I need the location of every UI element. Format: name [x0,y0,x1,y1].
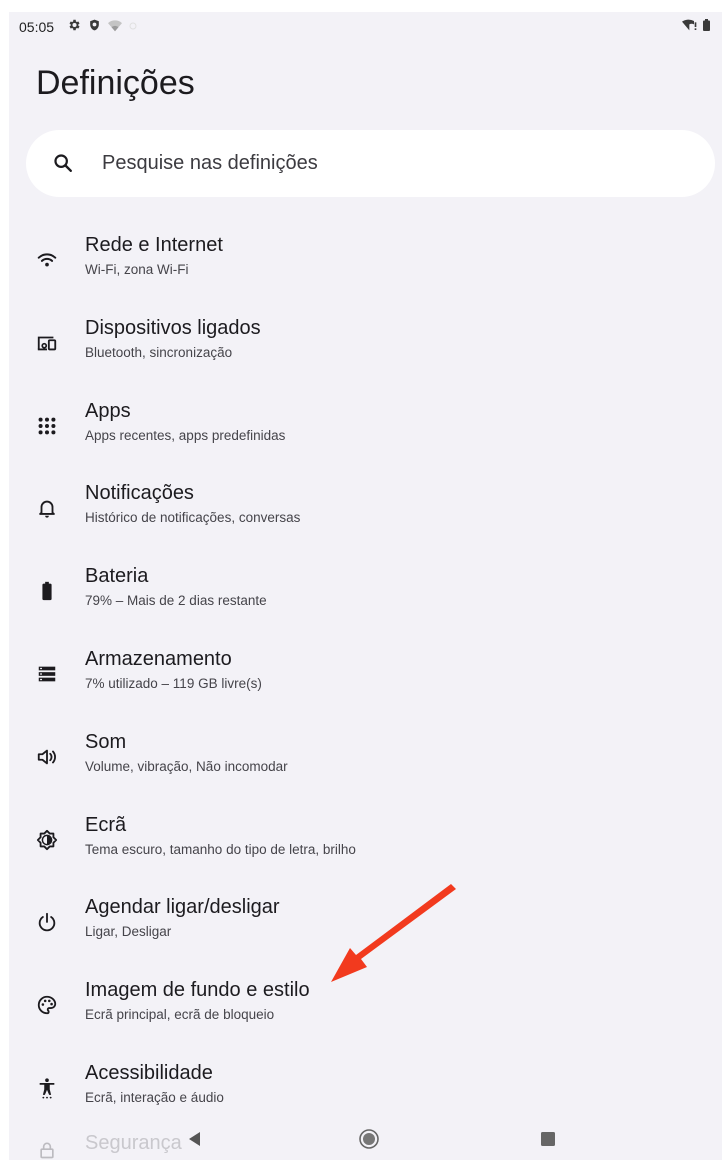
settings-item-title: Armazenamento [85,647,232,670]
settings-item-notifications[interactable]: Notificações Histórico de notificações, … [9,460,722,543]
gear-icon [67,18,81,37]
battery-status-icon [703,18,710,36]
settings-item-title: Notificações [85,482,194,505]
wifi-icon [36,249,58,271]
volume-icon [36,746,58,768]
devices-icon [36,332,58,354]
wifi-weak-icon [108,19,122,37]
settings-item-title: Imagem de fundo e estilo [85,979,310,1002]
settings-item-subtitle: Ecrã principal, ecrã de bloqueio [85,1007,275,1023]
battery-icon [36,580,58,602]
storage-icon [36,663,58,685]
settings-item-title: Bateria [85,565,149,588]
settings-screen: 05:05 Definições Pesquise nas definições… [9,12,722,1160]
accessibility-icon [36,1077,58,1099]
home-icon[interactable] [358,1128,380,1150]
status-bar: 05:05 [9,12,722,38]
settings-item-title: Rede e Internet [85,234,223,256]
settings-item-subtitle: Ligar, Desligar [85,924,172,940]
search-icon [52,152,74,174]
settings-list: Rede e Internet Wi-Fi, zona Wi-Fi Dispos… [9,212,722,1123]
settings-item-display[interactable]: Ecrã Tema escuro, tamanho do tipo de let… [9,792,722,875]
search-bar[interactable]: Pesquise nas definições [26,130,715,197]
search-placeholder: Pesquise nas definições [102,152,318,174]
apps-grid-icon [36,415,58,437]
settings-item-title: Dispositivos ligados [85,316,261,339]
settings-item-accessibility[interactable]: Acessibilidade Ecrã, interação e áudio [9,1040,722,1123]
bell-icon [36,497,58,519]
settings-item-subtitle: Histórico de notificações, conversas [85,510,301,526]
wifi-alert-icon [682,18,698,36]
settings-item-wallpaper-style[interactable]: Imagem de fundo e estilo Ecrã principal,… [9,957,722,1040]
settings-item-title: Segurança [85,1132,182,1154]
shield-icon [88,18,101,37]
status-icons-left [67,18,137,37]
power-icon [36,911,58,933]
settings-item-storage[interactable]: Armazenamento 7% utilizado – 119 GB livr… [9,626,722,709]
palette-icon [36,994,58,1016]
settings-item-subtitle: Volume, vibração, Não incomodar [85,758,288,774]
settings-item-connected-devices[interactable]: Dispositivos ligados Bluetooth, sincroni… [9,295,722,378]
settings-item-title: Apps [85,399,131,422]
status-icons-right [682,18,710,36]
navigation-bar: Segurança [9,1118,722,1160]
settings-item-network[interactable]: Rede e Internet Wi-Fi, zona Wi-Fi [9,212,722,295]
page-title: Definições [36,64,195,102]
back-icon[interactable] [185,1128,207,1150]
settings-item-title: Acessibilidade [85,1061,213,1084]
settings-item-subtitle: 79% – Mais de 2 dias restante [85,593,267,609]
lock-icon [37,1140,57,1160]
brightness-icon [36,829,58,851]
settings-item-subtitle: Tema escuro, tamanho do tipo de letra, b… [85,841,356,857]
settings-item-apps[interactable]: Apps Apps recentes, apps predefinidas [9,378,722,461]
settings-item-title: Ecrã [85,813,127,836]
settings-item-title: Agendar ligar/desligar [85,896,280,919]
settings-item-subtitle: 7% utilizado – 119 GB livre(s) [85,675,262,691]
settings-item-subtitle: Wi-Fi, zona Wi-Fi [85,262,189,277]
settings-item-subtitle: Bluetooth, sincronização [85,344,233,360]
settings-item-title: Som [85,730,127,753]
settings-item-subtitle: Apps recentes, apps predefinidas [85,427,286,443]
settings-item-subtitle: Ecrã, interação e áudio [85,1089,224,1105]
settings-item-sound[interactable]: Som Volume, vibração, Não incomodar [9,709,722,792]
status-time: 05:05 [19,19,55,35]
alert-icon [129,19,137,37]
recents-icon[interactable] [537,1128,559,1150]
settings-item-schedule-power[interactable]: Agendar ligar/desligar Ligar, Desligar [9,874,722,957]
settings-item-battery[interactable]: Bateria 79% – Mais de 2 dias restante [9,543,722,626]
